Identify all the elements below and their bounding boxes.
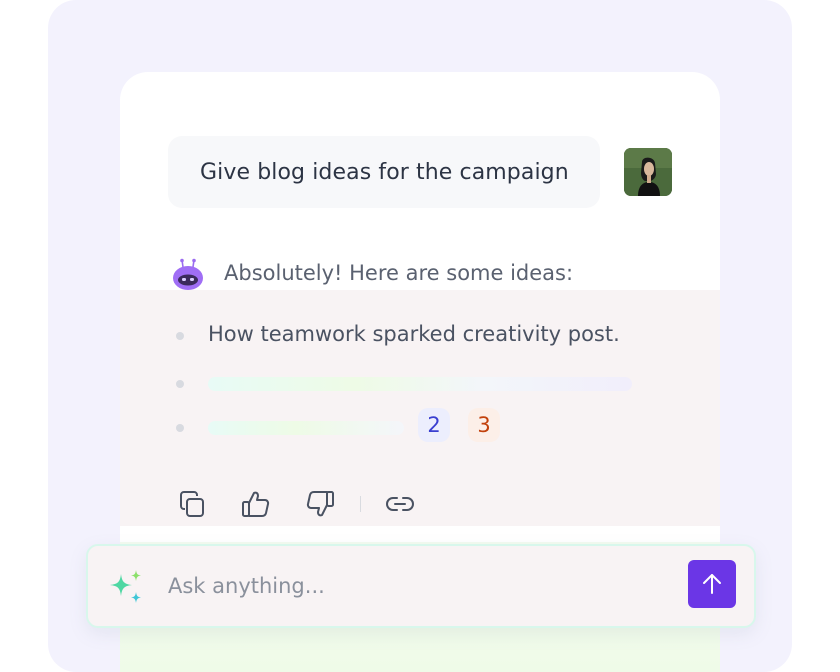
copy-icon — [180, 491, 204, 517]
avatar — [624, 148, 672, 196]
user-message-bubble: Give blog ideas for the campaign — [168, 136, 600, 208]
copy-button[interactable] — [172, 484, 212, 524]
citation-badge[interactable]: 3 — [468, 408, 500, 442]
thumbs-down-button[interactable] — [300, 484, 340, 524]
share-link-button[interactable] — [380, 484, 420, 524]
list-bullet — [176, 380, 184, 388]
link-icon — [386, 497, 414, 511]
bot-reply-intro: Absolutely! Here are some ideas: — [224, 261, 574, 285]
user-message-text: Give blog ideas for the campaign — [200, 159, 569, 185]
action-divider — [360, 496, 361, 512]
list-bullet — [176, 424, 184, 432]
thumbs-up-button[interactable] — [236, 484, 276, 524]
send-button[interactable] — [688, 560, 736, 608]
robot-icon — [173, 258, 203, 290]
list-bullet — [176, 332, 184, 340]
loading-skeleton-line — [208, 377, 632, 391]
arrow-up-icon — [703, 574, 721, 594]
thumbs-down-icon — [306, 491, 334, 517]
chat-input[interactable] — [168, 566, 668, 606]
chat-composer — [86, 544, 756, 628]
list-item: How teamwork sparked creativity post. — [208, 322, 620, 346]
citation-badge[interactable]: 2 — [418, 408, 450, 442]
loading-skeleton-line — [208, 421, 404, 435]
sparkle-icon — [110, 570, 141, 603]
thumbs-up-icon — [242, 491, 270, 517]
